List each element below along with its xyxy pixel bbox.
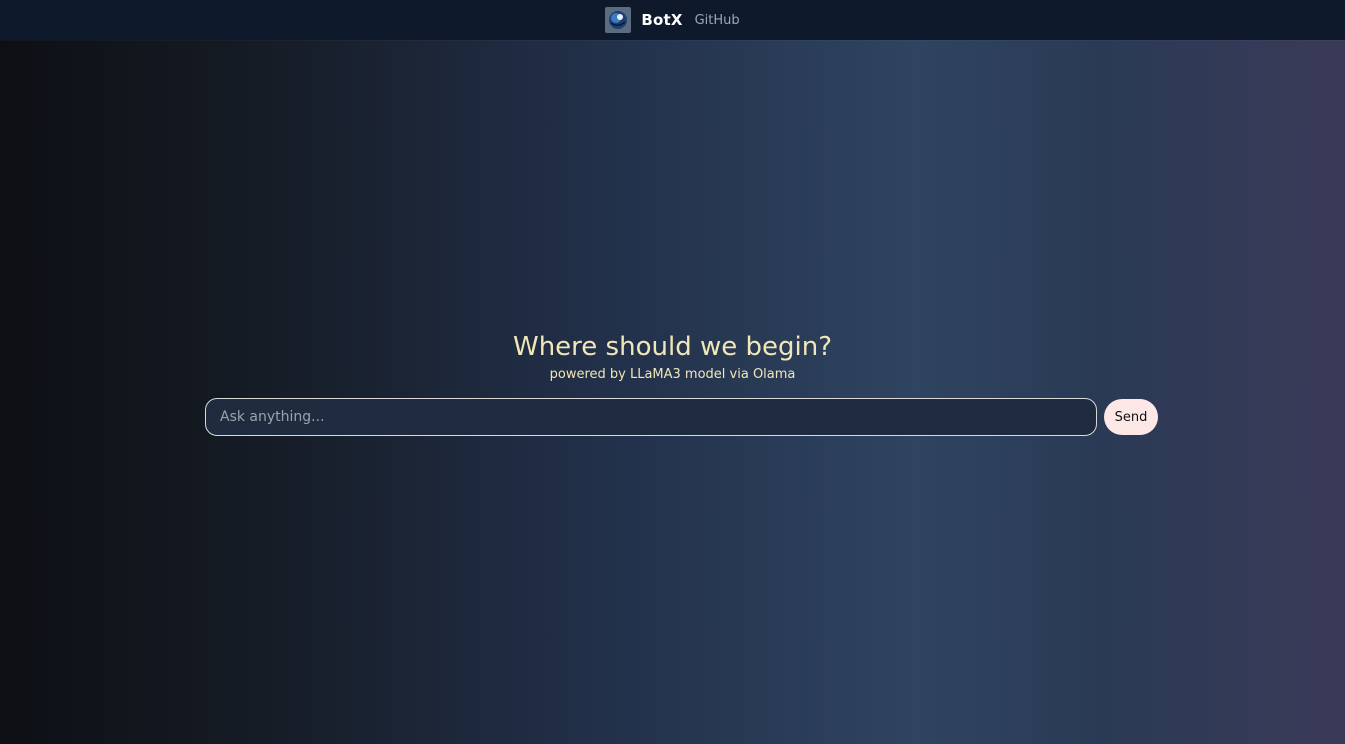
globe-logo-graphic bbox=[609, 11, 628, 29]
github-link[interactable]: GitHub bbox=[695, 13, 740, 28]
top-navbar: BotX GitHub bbox=[0, 0, 1345, 40]
chat-input[interactable] bbox=[205, 398, 1097, 436]
chat-input-row: Send bbox=[205, 398, 1158, 436]
brand-name[interactable]: BotX bbox=[641, 11, 682, 29]
page-title: Where should we begin? bbox=[513, 332, 832, 362]
send-button[interactable]: Send bbox=[1104, 399, 1158, 435]
page-subtitle: powered by LLaMA3 model via Olama bbox=[549, 367, 796, 382]
hero-section: Where should we begin? powered by LLaMA3… bbox=[0, 330, 1345, 384]
brand: BotX GitHub bbox=[605, 7, 740, 33]
globe-logo-icon[interactable] bbox=[605, 7, 632, 33]
